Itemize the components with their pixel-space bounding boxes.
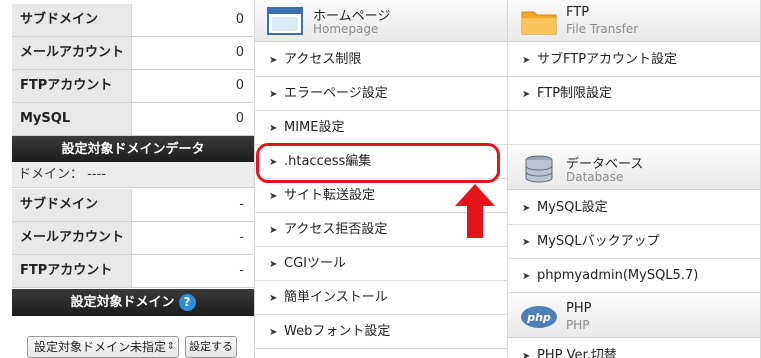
stat-label: サブドメイン (12, 4, 132, 36)
ftp-title: FTP (566, 5, 590, 20)
stat-value: 0 (133, 103, 254, 135)
arrow-icon: ➤ (269, 191, 278, 202)
menu-cgi-tool[interactable]: ➤ CGIツール (255, 247, 507, 281)
menu-mysql-backup[interactable]: ➤ MySQLバックアップ (508, 225, 760, 259)
arrow-icon: ➤ (269, 327, 278, 338)
arrow-icon: ➤ (269, 89, 278, 100)
ftp-subtitle: File Transfer (566, 22, 639, 36)
php-logo-icon: php (521, 306, 557, 328)
select-arrows-icon: ⇕ (166, 341, 175, 352)
php-title: PHP (566, 301, 592, 316)
menu-phpmyadmin[interactable]: ➤ phpmyadmin(MySQL5.7) (508, 259, 760, 293)
php-logo-text: php (526, 311, 551, 324)
menu-label: MySQL設定 (537, 200, 608, 215)
target-row-subdomain: サブドメイン - (12, 189, 254, 222)
stat-label: MySQL (12, 103, 132, 135)
menu-label: Webフォント設定 (284, 324, 391, 339)
homepage-subtitle: Homepage (313, 22, 379, 36)
stat-row-ftp: FTPアカウント 0 (12, 70, 254, 103)
php-header: php PHP PHP (508, 296, 760, 338)
stat-value: 0 (133, 37, 254, 69)
stat-row-mysql: MySQL 0 (12, 103, 254, 136)
right-column: FTP File Transfer ➤ サブFTPアカウント設定 ➤ FTP制限設定… (507, 0, 761, 358)
menu-mysql-settings[interactable]: ➤ MySQL設定 (508, 191, 760, 225)
menu-label: PHP Ver.切替 (537, 348, 617, 358)
domain-select-value: 設定対象ドメイン未指定 (34, 340, 167, 354)
target-data-heading: 設定対象ドメインデータ (12, 136, 254, 163)
menu-label: CGIツール (284, 256, 346, 271)
domain-select[interactable]: 設定対象ドメイン未指定 ⇕ (27, 336, 179, 358)
ftp-header: FTP File Transfer (508, 0, 760, 42)
arrow-icon: ➤ (269, 55, 278, 66)
homepage-window-icon (267, 7, 303, 35)
stat-value: - (133, 222, 254, 254)
menu-label: MySQLバックアップ (537, 234, 660, 249)
stat-value: 0 (133, 4, 254, 36)
stat-value: - (133, 255, 254, 287)
database-icon (525, 155, 553, 183)
domain-line: ドメイン： ---- (12, 162, 254, 188)
arrow-icon: ➤ (269, 259, 278, 270)
arrow-icon: ➤ (269, 293, 278, 304)
menu-ftp-restriction[interactable]: ➤ FTP制限設定 (508, 77, 760, 111)
stat-row-mail: メールアカウント 0 (12, 37, 254, 70)
stat-label: FTPアカウント (12, 70, 132, 102)
menu-label: サイト転送設定 (284, 188, 376, 203)
menu-label: FTP制限設定 (537, 86, 613, 101)
database-subtitle: Database (566, 170, 624, 184)
menu-web-font[interactable]: ➤ Webフォント設定 (255, 315, 507, 349)
htaccess-highlight-outline (256, 143, 500, 183)
target-domain-heading: 設定対象ドメイン? (12, 289, 254, 316)
stat-label: FTPアカウント (12, 255, 132, 287)
arrow-icon: ➤ (522, 55, 531, 66)
red-up-arrow-icon (455, 184, 495, 238)
stat-value: - (133, 189, 254, 221)
target-domain-heading-text: 設定対象ドメイン (70, 295, 175, 310)
menu-label: 簡単インストール (284, 290, 388, 305)
arrow-icon: ➤ (522, 89, 531, 100)
arrow-icon: ➤ (269, 123, 278, 134)
stat-label: メールアカウント (12, 37, 132, 69)
empty-cell (508, 111, 760, 145)
stat-label: メールアカウント (12, 222, 132, 254)
menu-access-restriction[interactable]: ➤ アクセス制限 (255, 43, 507, 77)
set-domain-button[interactable]: 設定する (185, 336, 237, 358)
arrow-icon: ➤ (522, 351, 531, 358)
target-row-mail: メールアカウント - (12, 222, 254, 255)
menu-label: phpmyadmin(MySQL5.7) (537, 268, 699, 283)
sidebar: サブドメイン 0 メールアカウント 0 FTPアカウント 0 MySQL 0 設… (0, 0, 254, 358)
menu-php-version[interactable]: ➤ PHP Ver.切替 (508, 339, 760, 358)
menu-label: アクセス拒否設定 (284, 222, 388, 237)
target-row-ftp: FTPアカウント - (12, 255, 254, 288)
stat-value: 0 (133, 70, 254, 102)
menu-label: MIME設定 (284, 120, 345, 135)
database-header: データベース Database (508, 148, 760, 190)
arrow-icon: ➤ (522, 203, 531, 214)
php-subtitle: PHP (566, 318, 590, 332)
menu-sub-ftp-account[interactable]: ➤ サブFTPアカウント設定 (508, 43, 760, 77)
homepage-header: ホームページ Homepage (255, 0, 507, 42)
stat-row-subdomain: サブドメイン 0 (12, 4, 254, 37)
arrow-icon: ➤ (522, 237, 531, 248)
arrow-icon: ➤ (269, 225, 278, 236)
menu-label: アクセス制限 (284, 52, 362, 67)
menu-label: エラーページ設定 (284, 86, 388, 101)
arrow-icon: ➤ (522, 271, 531, 282)
menu-error-page[interactable]: ➤ エラーページ設定 (255, 77, 507, 111)
folder-icon (521, 11, 557, 35)
menu-easy-install[interactable]: ➤ 簡単インストール (255, 281, 507, 315)
stat-label: サブドメイン (12, 189, 132, 221)
menu-mime[interactable]: ➤ MIME設定 (255, 111, 507, 145)
menu-label: サブFTPアカウント設定 (537, 52, 678, 67)
help-icon[interactable]: ? (178, 294, 196, 311)
